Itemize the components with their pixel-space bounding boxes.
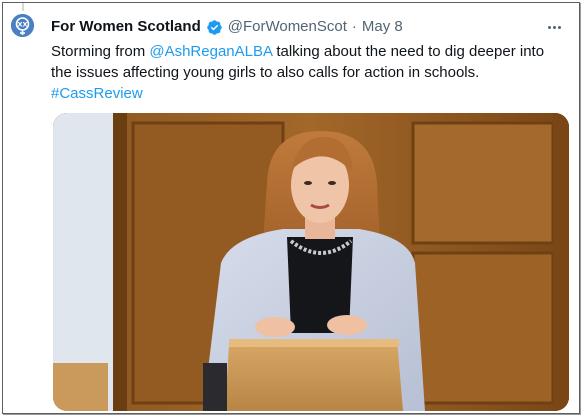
tweet-card[interactable]: XX For Women Scotland @ForWomenScot · Ma… [2,2,580,414]
tweet-date[interactable]: May 8 [362,17,403,37]
author-display-name[interactable]: For Women Scotland [51,17,201,37]
hashtag-link[interactable]: #CassReview [51,85,143,102]
tweet-media-image[interactable] [53,113,569,411]
tweet-text-intro: Storming from [51,43,150,60]
svg-text:XX: XX [17,21,27,29]
parliament-speaker-image [53,113,569,411]
separator-dot: · [351,18,357,35]
tweet-body: For Women Scotland @ForWomenScot · May 8… [51,17,565,104]
tweet-header: For Women Scotland @ForWomenScot · May 8 [51,17,565,37]
mention-link[interactable]: @AshReganALBA [149,43,272,60]
thread-line [22,3,24,11]
avatar[interactable]: XX [11,14,34,37]
author-handle[interactable]: @ForWomenScot [228,17,347,37]
avatar-logo-icon: XX [11,14,34,37]
more-options-icon[interactable] [543,17,565,37]
tweet-text: Storming from @AshReganALBA talking abou… [51,41,551,104]
verified-badge-icon [206,19,222,35]
